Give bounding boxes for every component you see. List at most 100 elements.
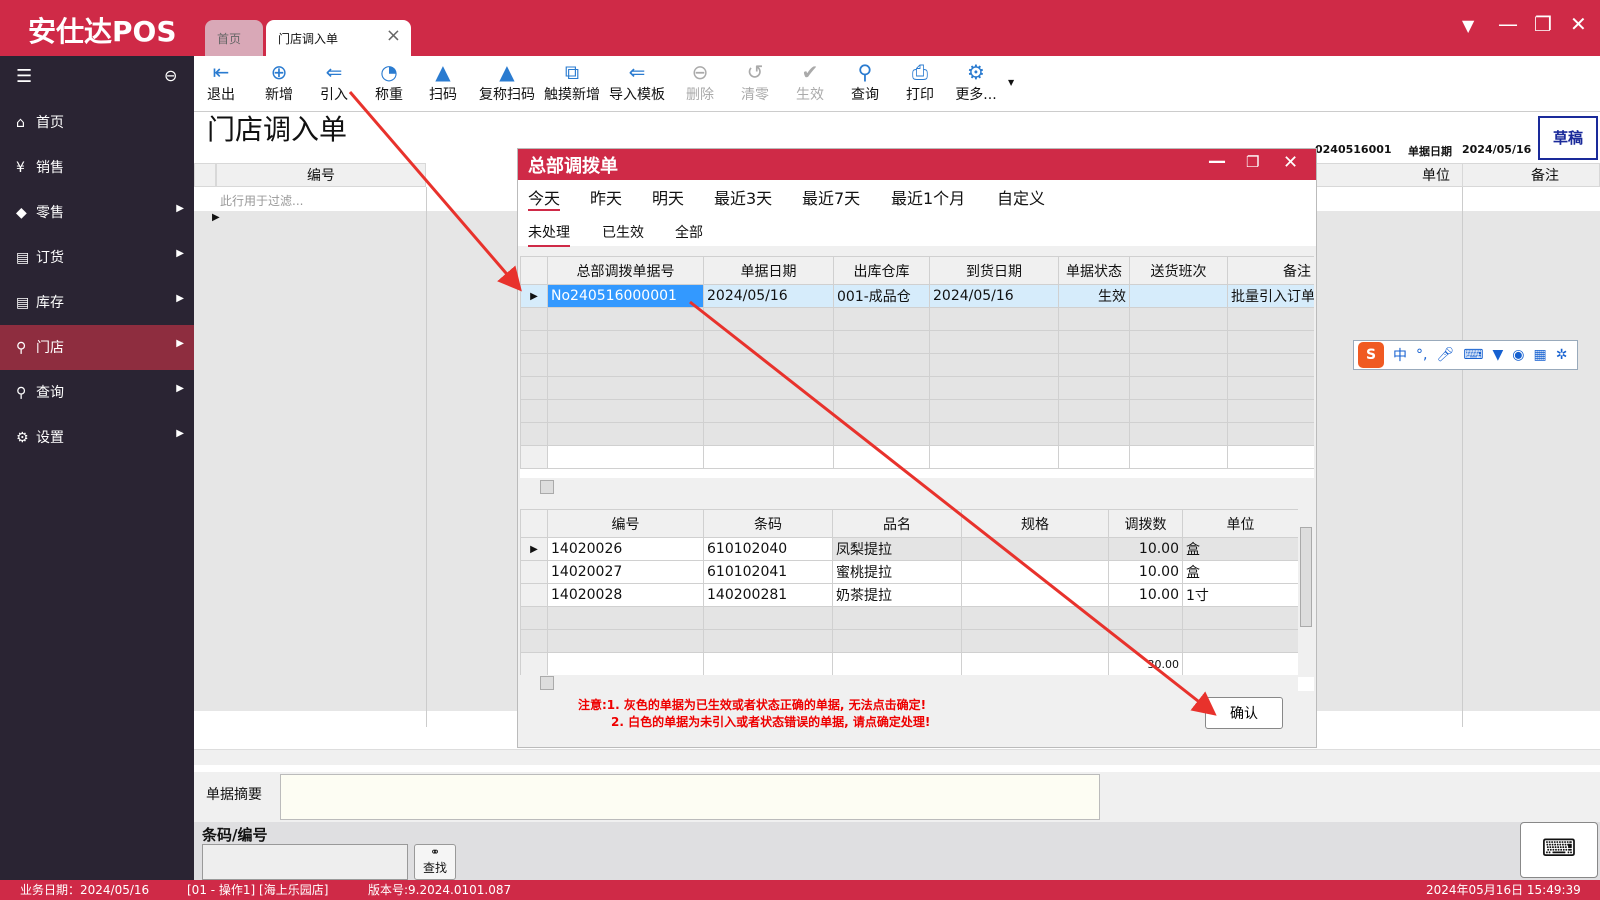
vertical-scrollbar[interactable] (1298, 509, 1314, 677)
date-tab-yesterday[interactable]: 昨天 (590, 185, 622, 209)
confirm-button[interactable]: 确认 (1205, 697, 1283, 729)
scan-button[interactable]: ▲ 扫码 (413, 60, 473, 104)
status-tab-pending[interactable]: 未处理 (528, 222, 570, 247)
date-tab-7days[interactable]: 最近7天 (802, 185, 860, 209)
col-code[interactable]: 编号 (547, 509, 704, 538)
weigh-button[interactable]: ◔ 称重 (359, 60, 419, 104)
reweigh-scan-button[interactable]: ▲ 复称扫码 (474, 60, 540, 104)
sidebar-item-settings[interactable]: ⚙ 设置 ▶ (0, 415, 194, 460)
col-name[interactable]: 品名 (832, 509, 962, 538)
close-tab-icon[interactable]: × (386, 25, 401, 46)
col-out-warehouse[interactable]: 出库仓库 (833, 256, 930, 285)
dropdown-icon[interactable]: ▼ (1462, 16, 1474, 35)
microphone-icon[interactable]: 🎤︎ (1436, 347, 1454, 363)
date-tab-custom[interactable]: 自定义 (997, 185, 1045, 209)
app-logo: 安仕达POS (28, 15, 177, 48)
sidebar-item-sales[interactable]: ¥ 销售 (0, 145, 194, 190)
import-template-button[interactable]: ⇐ 导入模板 (604, 60, 670, 104)
filter-row-input[interactable]: 此行用于过滤... (220, 192, 303, 209)
table-row[interactable]: 14020028 140200281 奶茶提拉 10.00 1寸 (520, 583, 1299, 607)
ime-chinese-toggle[interactable]: 中 (1393, 345, 1407, 365)
shirt-icon[interactable]: ▼ (1492, 347, 1503, 363)
more-button[interactable]: ⚙ 更多... (946, 60, 1006, 104)
sidebar-item-query[interactable]: ⚲ 查询 ▶ (0, 370, 194, 415)
horizontal-scrollbar[interactable] (520, 478, 1314, 496)
column-header-code[interactable]: 编号 (216, 163, 426, 187)
delete-button[interactable]: ⊖ 删除 (670, 60, 730, 104)
image-icon: ▲ (435, 60, 451, 84)
version: 版本号:9.2024.0101.087 (368, 883, 512, 897)
date-tab-3days[interactable]: 最近3天 (714, 185, 772, 209)
row-header (194, 163, 216, 187)
menu-icon[interactable]: ☰ (16, 66, 32, 87)
date-tab-today[interactable]: 今天 (528, 185, 561, 211)
new-button[interactable]: ⊕ 新增 (249, 60, 309, 104)
filter-tabs-area: 今天 昨天 明天 最近3天 最近7天 最近1个月 自定义 未处理 已生效 全部 (518, 180, 1316, 247)
column-header-remark[interactable]: 备注 (1462, 163, 1600, 187)
row-pointer-icon: ▶ (520, 537, 548, 561)
import-button[interactable]: ⇐ 引入 (304, 60, 364, 104)
print-button[interactable]: ⎙ 打印 (890, 60, 950, 104)
col-remark[interactable]: 备注 (1227, 256, 1314, 285)
col-order-no[interactable]: 总部调拨单据号 (547, 256, 704, 285)
restore-icon[interactable]: ❐ (1534, 12, 1552, 36)
query-button[interactable]: ⚲ 查询 (835, 60, 895, 104)
grid-icon[interactable]: ▦ (1533, 347, 1546, 363)
robot-icon[interactable]: ◉ (1512, 347, 1524, 363)
col-spec[interactable]: 规格 (961, 509, 1109, 538)
status-tab-effective[interactable]: 已生效 (602, 222, 644, 242)
minimize-icon[interactable]: — (1498, 12, 1518, 36)
sidebar-item-home[interactable]: ⌂ 首页 (0, 100, 194, 145)
restore-icon[interactable]: ❐ (1246, 153, 1259, 171)
horizontal-scrollbar[interactable] (520, 675, 1298, 691)
keyboard-icon: ⌨ (1541, 834, 1577, 862)
col-barcode[interactable]: 条码 (703, 509, 833, 538)
keyboard-button[interactable]: ⌨ (1520, 822, 1598, 878)
table-row[interactable]: 14020027 610102041 蜜桃提拉 10.00 盒 (520, 560, 1299, 584)
col-arrival-date[interactable]: 到货日期 (929, 256, 1059, 285)
empty-row (520, 629, 1299, 653)
cell-spec (961, 537, 1109, 561)
cell-remark: 批量引入订单 (1227, 284, 1314, 308)
dropdown-icon[interactable]: ▼ (1008, 78, 1014, 87)
col-qty[interactable]: 调拨数 (1108, 509, 1183, 538)
effect-button[interactable]: ✔ 生效 (780, 60, 840, 104)
cell-order-no[interactable]: No240516000001 (547, 284, 704, 308)
summary-input[interactable] (280, 774, 1100, 820)
sidebar-item-retail[interactable]: ◆ 零售 ▶ (0, 190, 194, 235)
table-row[interactable]: ▶ 14020026 610102040 凤梨提拉 10.00 盒 (520, 537, 1299, 561)
cell-code: 14020027 (547, 560, 704, 584)
close-icon[interactable]: ✕ (1570, 12, 1587, 36)
date-tab-tomorrow[interactable]: 明天 (652, 185, 684, 209)
horizontal-scrollbar[interactable] (194, 749, 1600, 765)
sidebar-item-stock[interactable]: ▤ 库存 ▶ (0, 280, 194, 325)
clear-button[interactable]: ↺ 清零 (725, 60, 785, 104)
col-shift[interactable]: 送货班次 (1129, 256, 1228, 285)
touch-new-button[interactable]: ⧉ 触摸新增 (539, 60, 605, 104)
settings-icon[interactable]: ✲ (1556, 347, 1568, 363)
tab-home[interactable]: 首页 (205, 20, 263, 56)
empty-row (520, 606, 1299, 630)
col-status[interactable]: 单据状态 (1058, 256, 1130, 285)
table-row[interactable]: ▶ No240516000001 2024/05/16 001-成品仓 2024/05… (520, 284, 1314, 308)
col-doc-date[interactable]: 单据日期 (703, 256, 834, 285)
tab-store-transfer-in[interactable]: 门店调入单 × (266, 20, 411, 56)
sidebar-item-store[interactable]: ⚲ 门店 ▶ (0, 325, 194, 370)
find-button[interactable]: ⚭ 查找 (414, 844, 456, 880)
close-icon[interactable]: ✕ (1283, 152, 1298, 173)
barcode-label: 条码/编号 (202, 826, 268, 844)
column-divider (426, 187, 427, 727)
exit-button[interactable]: ⇤ 退出 (191, 60, 251, 104)
collapse-icon[interactable]: ⊖ (164, 66, 177, 85)
status-tab-all[interactable]: 全部 (675, 222, 703, 242)
minimize-icon[interactable]: — (1208, 151, 1226, 172)
ime-punctuation-toggle[interactable]: °, (1416, 347, 1427, 363)
sidebar-item-label: 门店 (36, 340, 64, 356)
date-tab-1month[interactable]: 最近1个月 (891, 185, 965, 209)
barcode-input[interactable] (202, 844, 408, 880)
keyboard-icon[interactable]: ⌨ (1463, 347, 1483, 363)
sidebar-item-order[interactable]: ▤ 订货 ▶ (0, 235, 194, 280)
col-unit[interactable]: 单位 (1182, 509, 1299, 538)
gauge-icon: ◔ (380, 60, 398, 84)
dialog-title-bar: 总部调拨单 — ❐ ✕ (518, 149, 1316, 180)
